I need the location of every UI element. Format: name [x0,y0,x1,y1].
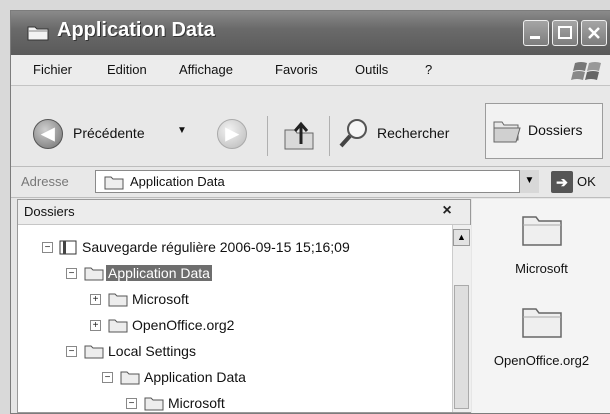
toolbar-separator [329,116,330,156]
folder-icon [144,397,164,411]
scroll-up-button[interactable]: ▲ [453,229,470,246]
explorer-window: Application Data Fichier Edition Afficha… [10,10,610,414]
window-title: Application Data [57,19,215,41]
forward-button[interactable]: ▶ [217,119,247,149]
back-dropdown-icon[interactable]: ▼ [177,125,187,136]
back-arrow-icon: ◀ [33,119,63,149]
tree-item-local-application-data[interactable]: − Application Data [18,367,448,389]
tree-scrollbar[interactable]: ▲ [452,225,471,412]
folders-pane: Dossiers × − Sauvegarde régulière 2006-0… [17,199,471,413]
search-button[interactable]: Rechercher [337,114,477,154]
folder-icon [522,216,562,246]
tree-item-backup[interactable]: − Sauvegarde régulière 2006-09-15 15;16;… [18,237,448,259]
tree-item-label: Microsoft [132,291,189,307]
chevron-down-icon: ▼ [524,175,535,186]
content-item-label: Microsoft [515,261,568,276]
menu-help[interactable]: ? [425,62,432,77]
tree-item-openoffice[interactable]: + OpenOffice.org2 [18,315,448,337]
menu-outils[interactable]: Outils [355,62,388,77]
title-bar[interactable]: Application Data [11,11,610,55]
pane-close-icon[interactable]: × [436,200,458,222]
menu-favoris[interactable]: Favoris [275,62,318,77]
content-item-label: OpenOffice.org2 [493,353,590,368]
tree-item-application-data[interactable]: − Application Data [18,263,448,285]
toolbar-separator [267,116,268,156]
folder-icon [120,371,140,385]
folder-contents: Microsoft OpenOffice.org2 [472,199,610,413]
collapse-icon[interactable]: − [66,346,77,357]
folders-pane-header: Dossiers × [18,200,470,225]
folder-icon [108,293,128,307]
menu-bar: Fichier Edition Affichage Favoris Outils… [11,55,610,86]
folder-icon [104,176,124,190]
forward-arrow-icon: ▶ [225,124,239,143]
tree-item-label: Sauvegarde régulière 2006-09-15 15;16;09 [82,239,350,255]
collapse-icon[interactable]: − [42,242,53,253]
content-item-openoffice[interactable]: OpenOffice.org2 [472,295,610,385]
search-icon [339,119,367,148]
address-label: Adresse [21,174,69,189]
address-bar: Adresse Application Data ▼ ➔ OK [11,167,610,198]
tree-item-label: Application Data [144,369,246,385]
folder-icon [108,319,128,333]
tree-item-label: Local Settings [108,343,196,359]
collapse-icon[interactable]: − [126,398,137,409]
expand-icon[interactable]: + [90,320,101,331]
tree-item-label: OpenOffice.org2 [132,317,235,333]
go-arrow-icon: ➔ [556,174,568,190]
address-dropdown-button[interactable]: ▼ [519,170,539,193]
close-button[interactable] [581,20,607,46]
collapse-icon[interactable]: − [102,372,113,383]
folders-button[interactable]: Dossiers [485,103,603,159]
backup-icon [59,240,77,255]
folders-label: Dossiers [528,122,583,138]
tree-item-local-settings[interactable]: − Local Settings [18,341,448,363]
minimize-button[interactable] [523,20,549,46]
windows-logo-icon [571,62,601,80]
folder-icon [84,267,104,281]
search-label: Rechercher [377,125,450,141]
tree-item-microsoft[interactable]: + Microsoft [18,289,448,311]
tree-item-local-microsoft[interactable]: − Microsoft [18,393,448,413]
go-button[interactable]: ➔ [551,171,573,193]
go-label[interactable]: OK [577,174,596,189]
tree-item-label: Microsoft [168,395,225,411]
address-input[interactable]: Application Data [95,170,539,193]
back-label: Précédente [73,125,145,141]
folder-icon [522,308,562,338]
content-item-microsoft[interactable]: Microsoft [472,199,610,289]
toolbar: ◀ Précédente ▼ ▶ Rechercher Dossiers [11,86,610,167]
scroll-thumb[interactable] [454,285,469,409]
folder-app-icon [27,26,49,41]
folders-icon [493,121,521,143]
maximize-button[interactable] [552,20,578,46]
folders-pane-title: Dossiers [24,204,75,219]
chevron-up-icon: ▲ [457,232,466,242]
folder-icon [84,345,104,359]
close-icon [588,27,600,39]
back-button[interactable]: ◀ Précédente ▼ [29,114,199,154]
up-folder-button[interactable] [281,116,317,152]
expand-icon[interactable]: + [90,294,101,305]
menu-edition[interactable]: Edition [107,62,147,77]
minimize-icon [530,36,540,39]
maximize-icon [558,26,572,39]
menu-fichier[interactable]: Fichier [33,62,72,77]
tree-item-label: Application Data [106,265,212,281]
collapse-icon[interactable]: − [66,268,77,279]
menu-affichage[interactable]: Affichage [179,62,233,77]
address-value: Application Data [130,174,225,189]
